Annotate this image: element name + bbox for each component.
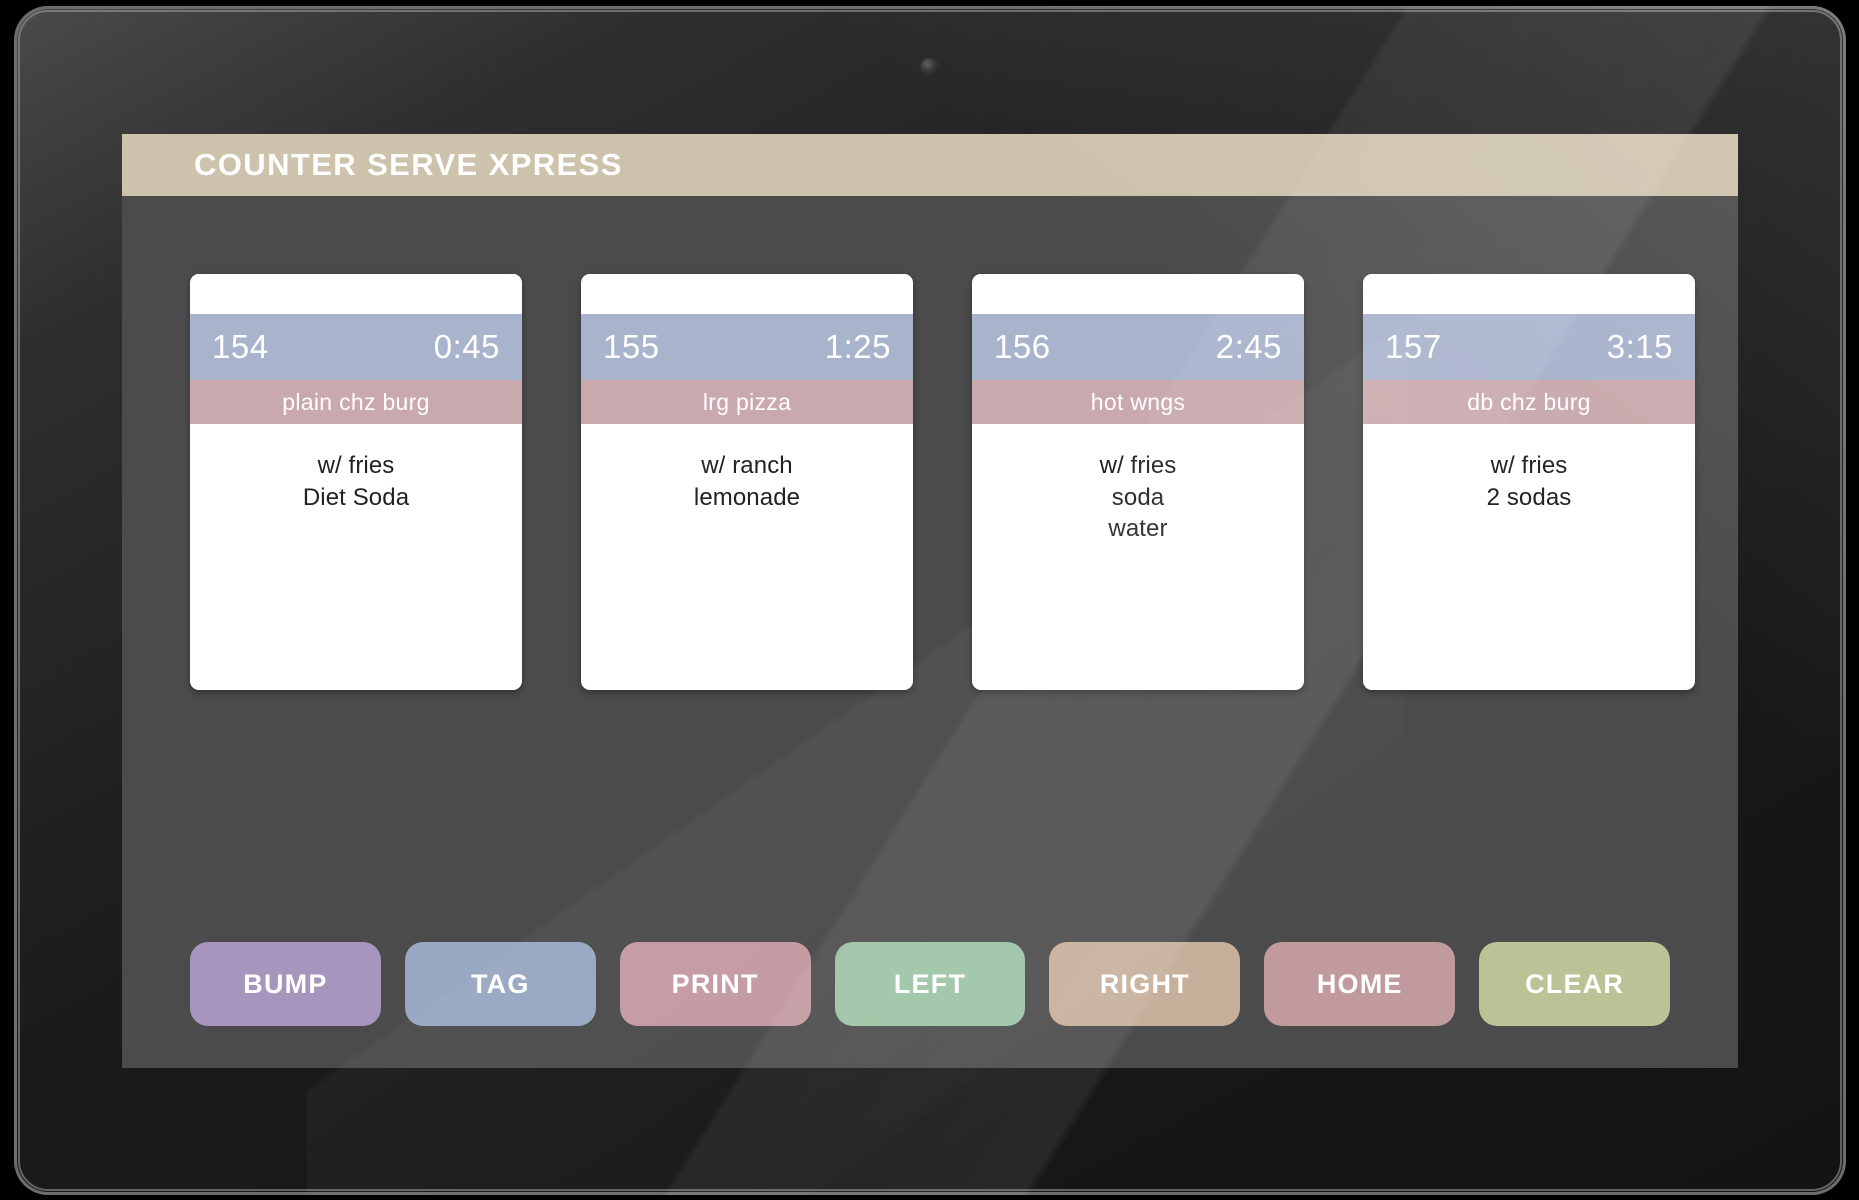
order-number: 157 [1385,328,1442,365]
ticket-item-band: db chz burg [1363,380,1695,424]
ticket-header: 157 3:15 [1363,314,1695,380]
home-button[interactable]: HOME [1264,942,1456,1026]
order-modifier: soda [1111,483,1165,511]
order-ticket[interactable]: 157 3:15 db chz burg w/ fries 2 sodas [1363,274,1695,690]
app-header: COUNTER SERVE XPRESS [122,134,1738,196]
left-button[interactable]: LEFT [834,942,1026,1026]
action-button-bar: BUMP TAG PRINT LEFT RIGHT HOME CLEAR [122,942,1738,1026]
clear-button[interactable]: CLEAR [1479,942,1671,1026]
order-ticket[interactable]: 155 1:25 lrg pizza w/ ranch lemonade [581,274,913,690]
print-button[interactable]: PRINT [619,942,811,1026]
order-item-name: plain chz burg [282,388,430,415]
order-number: 154 [212,328,269,365]
tag-button[interactable]: TAG [404,942,596,1026]
tablet-device: COUNTER SERVE XPRESS 154 0:45 plain chz bu… [14,6,1846,1195]
order-modifier: lemonade [693,483,801,511]
order-timer: 3:15 [1606,328,1673,365]
kds-screen: COUNTER SERVE XPRESS 154 0:45 plain chz bu… [122,134,1738,1068]
ticket-header: 155 1:25 [581,314,913,380]
order-ticket-area: 154 0:45 plain chz burg w/ fries Diet Soda 15… [122,196,1738,1068]
order-timer: 2:45 [1215,328,1282,365]
ticket-top-spacer [1363,274,1695,314]
order-modifier: Diet Soda [302,483,410,511]
ticket-modifier-list: w/ fries soda water [972,424,1304,546]
ticket-modifier-list: w/ fries Diet Soda [190,424,522,514]
ticket-top-spacer [190,274,522,314]
order-item-name: db chz burg [1467,388,1591,415]
order-modifier: w/ ranch [701,452,793,479]
order-modifier: w/ fries [1099,452,1177,479]
ticket-item-band: plain chz burg [190,380,522,424]
order-number: 156 [994,328,1051,365]
order-item-name: lrg pizza [702,388,792,415]
order-number: 155 [603,328,660,365]
order-ticket[interactable]: 156 2:45 hot wngs w/ fries soda water [972,274,1304,690]
ticket-top-spacer [972,274,1304,314]
ticket-item-band: lrg pizza [581,380,913,424]
ticket-modifier-list: w/ fries 2 sodas [1363,424,1695,514]
right-button[interactable]: RIGHT [1049,942,1241,1026]
page-title: COUNTER SERVE XPRESS [194,147,623,182]
order-modifier: w/ fries [1490,452,1568,479]
bump-button[interactable]: BUMP [190,942,381,1026]
ticket-item-band: hot wngs [972,380,1304,424]
ticket-header: 156 2:45 [972,314,1304,380]
ticket-header: 154 0:45 [190,314,522,380]
order-ticket[interactable]: 154 0:45 plain chz burg w/ fries Diet Soda [190,274,522,690]
order-timer: 0:45 [433,328,500,365]
order-timer: 1:25 [824,328,891,365]
order-item-name: hot wngs [1090,388,1186,415]
order-modifier: 2 sodas [1486,483,1572,511]
order-modifier: w/ fries [317,452,395,479]
front-camera-icon [920,58,940,77]
ticket-modifier-list: w/ ranch lemonade [581,424,913,514]
ticket-top-spacer [581,274,913,314]
order-modifier: water [1108,515,1168,543]
